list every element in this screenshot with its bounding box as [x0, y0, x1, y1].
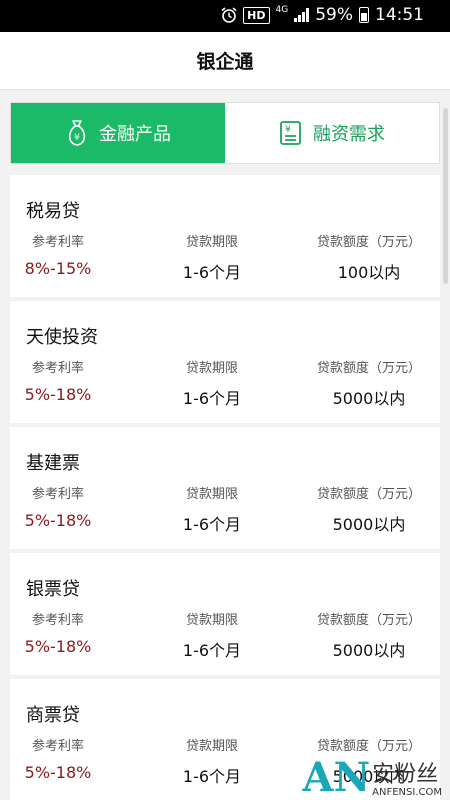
term-value: 1-6个月 — [182, 263, 242, 282]
amount-value: 5000以内 — [332, 515, 406, 534]
watermark-cn: 安粉丝 — [372, 762, 439, 787]
rate-value: 5%-18% — [24, 637, 92, 656]
product-list: 税易贷 参考利率 贷款期限 贷款额度（万元） 8%-15% 1-6个月 100以… — [10, 175, 440, 800]
rate-label: 参考利率 — [31, 487, 84, 502]
network-type: 4G — [275, 4, 289, 15]
battery-percent: 59% — [315, 5, 353, 25]
product-name: 天使投资 — [26, 327, 98, 348]
term-label: 贷款期限 — [185, 487, 238, 502]
product-name: 基建票 — [26, 453, 80, 474]
battery-icon — [359, 7, 369, 23]
tab-financing-needs[interactable]: ¥ 融资需求 — [225, 103, 439, 163]
amount-value: 5000以内 — [332, 641, 406, 660]
term-label: 贷款期限 — [185, 235, 238, 250]
product-card[interactable]: 税易贷 参考利率 贷款期限 贷款额度（万元） 8%-15% 1-6个月 100以… — [10, 175, 440, 297]
money-bag-icon: ¥ — [68, 120, 86, 146]
status-icons: HD 4G 59% 14:51 — [221, 5, 424, 25]
site-watermark: AN 安粉丝 ANFENSI.COM — [302, 754, 442, 800]
rate-label: 参考利率 — [31, 739, 84, 754]
tab-label: 金融产品 — [99, 124, 171, 145]
term-label: 贷款期限 — [185, 361, 238, 376]
signal-icon — [294, 8, 310, 22]
svg-text:¥: ¥ — [285, 125, 291, 135]
rate-value: 8%-15% — [24, 259, 92, 278]
rate-value: 5%-18% — [24, 385, 92, 404]
rate-label: 参考利率 — [31, 613, 84, 628]
term-value: 1-6个月 — [182, 641, 242, 660]
svg-text:¥: ¥ — [74, 133, 80, 143]
tab-bar: ¥ 金融产品 ¥ 融资需求 — [10, 102, 440, 164]
amount-label: 贷款额度（万元） — [316, 361, 421, 376]
product-name: 商票贷 — [26, 705, 80, 726]
amount-label: 贷款额度（万元） — [316, 487, 421, 502]
product-name: 银票贷 — [26, 579, 80, 600]
term-value: 1-6个月 — [182, 515, 242, 534]
rate-label: 参考利率 — [31, 361, 84, 376]
amount-label: 贷款额度（万元） — [316, 613, 421, 628]
term-label: 贷款期限 — [185, 739, 238, 754]
alarm-icon — [221, 7, 237, 23]
tab-financial-products[interactable]: ¥ 金融产品 — [11, 103, 225, 163]
rate-label: 参考利率 — [31, 235, 84, 250]
term-value: 1-6个月 — [182, 767, 242, 786]
product-card[interactable]: 天使投资 参考利率 贷款期限 贷款额度（万元） 5%-18% 1-6个月 500… — [10, 301, 440, 423]
watermark-en: ANFENSI.COM — [372, 787, 442, 798]
hd-badge: HD — [243, 6, 270, 24]
amount-label: 贷款额度（万元） — [316, 235, 421, 250]
rate-value: 5%-18% — [24, 763, 92, 782]
product-name: 税易贷 — [26, 201, 80, 222]
amount-value: 5000以内 — [332, 389, 406, 408]
tab-label: 融资需求 — [313, 124, 385, 145]
rate-value: 5%-18% — [24, 511, 92, 530]
amount-value: 100以内 — [337, 263, 401, 282]
product-card[interactable]: 基建票 参考利率 贷款期限 贷款额度（万元） 5%-18% 1-6个月 5000… — [10, 427, 440, 549]
app-header: 银企通 — [0, 32, 450, 90]
term-label: 贷款期限 — [185, 613, 238, 628]
watermark-logo: AN — [302, 754, 371, 800]
page-title: 银企通 — [196, 51, 254, 73]
amount-label: 贷款额度（万元） — [316, 739, 421, 754]
term-value: 1-6个月 — [182, 389, 242, 408]
status-bar: HD 4G 59% 14:51 — [0, 0, 450, 32]
document-yuan-icon: ¥ — [280, 121, 301, 145]
scrollbar[interactable] — [443, 108, 448, 284]
product-card[interactable]: 银票贷 参考利率 贷款期限 贷款额度（万元） 5%-18% 1-6个月 5000… — [10, 553, 440, 675]
clock: 14:51 — [375, 5, 424, 25]
